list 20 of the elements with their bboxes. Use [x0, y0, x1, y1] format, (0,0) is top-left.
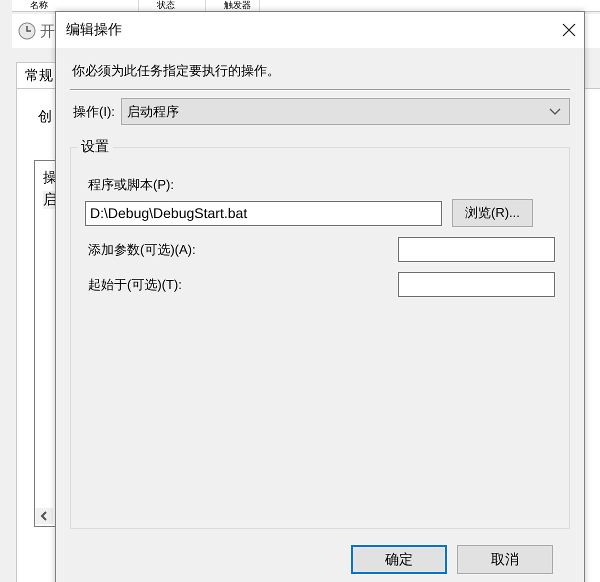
- field-label: 起始于(可选)(T):: [88, 276, 182, 294]
- chevron-down-icon: [549, 108, 561, 116]
- instruction-text: 你必须为此任务指定要执行的操作。: [71, 62, 281, 80]
- close-icon[interactable]: [562, 23, 576, 37]
- clock-icon: [18, 22, 36, 40]
- browse-button[interactable]: 浏览(R)...: [452, 199, 533, 227]
- action-dropdown[interactable]: 启动程序: [120, 98, 570, 125]
- field-label: 添加参数(可选)(A):: [88, 240, 196, 258]
- field-label: 创: [38, 108, 52, 126]
- group-legend: 设置: [77, 138, 113, 156]
- ok-button[interactable]: 确定: [351, 545, 447, 574]
- field-label: 操作(I):: [73, 102, 115, 120]
- input-field[interactable]: [398, 237, 555, 262]
- scroll-left-icon[interactable]: [35, 508, 53, 524]
- window-title: 开: [40, 22, 55, 40]
- program-field[interactable]: D:\Debug\DebugStart.bat: [85, 200, 442, 226]
- field-label: 程序或脚本(P):: [87, 176, 175, 194]
- cancel-button[interactable]: 取消: [457, 545, 553, 574]
- input-field[interactable]: [398, 272, 555, 297]
- dialog-title: 编辑操作: [66, 21, 122, 39]
